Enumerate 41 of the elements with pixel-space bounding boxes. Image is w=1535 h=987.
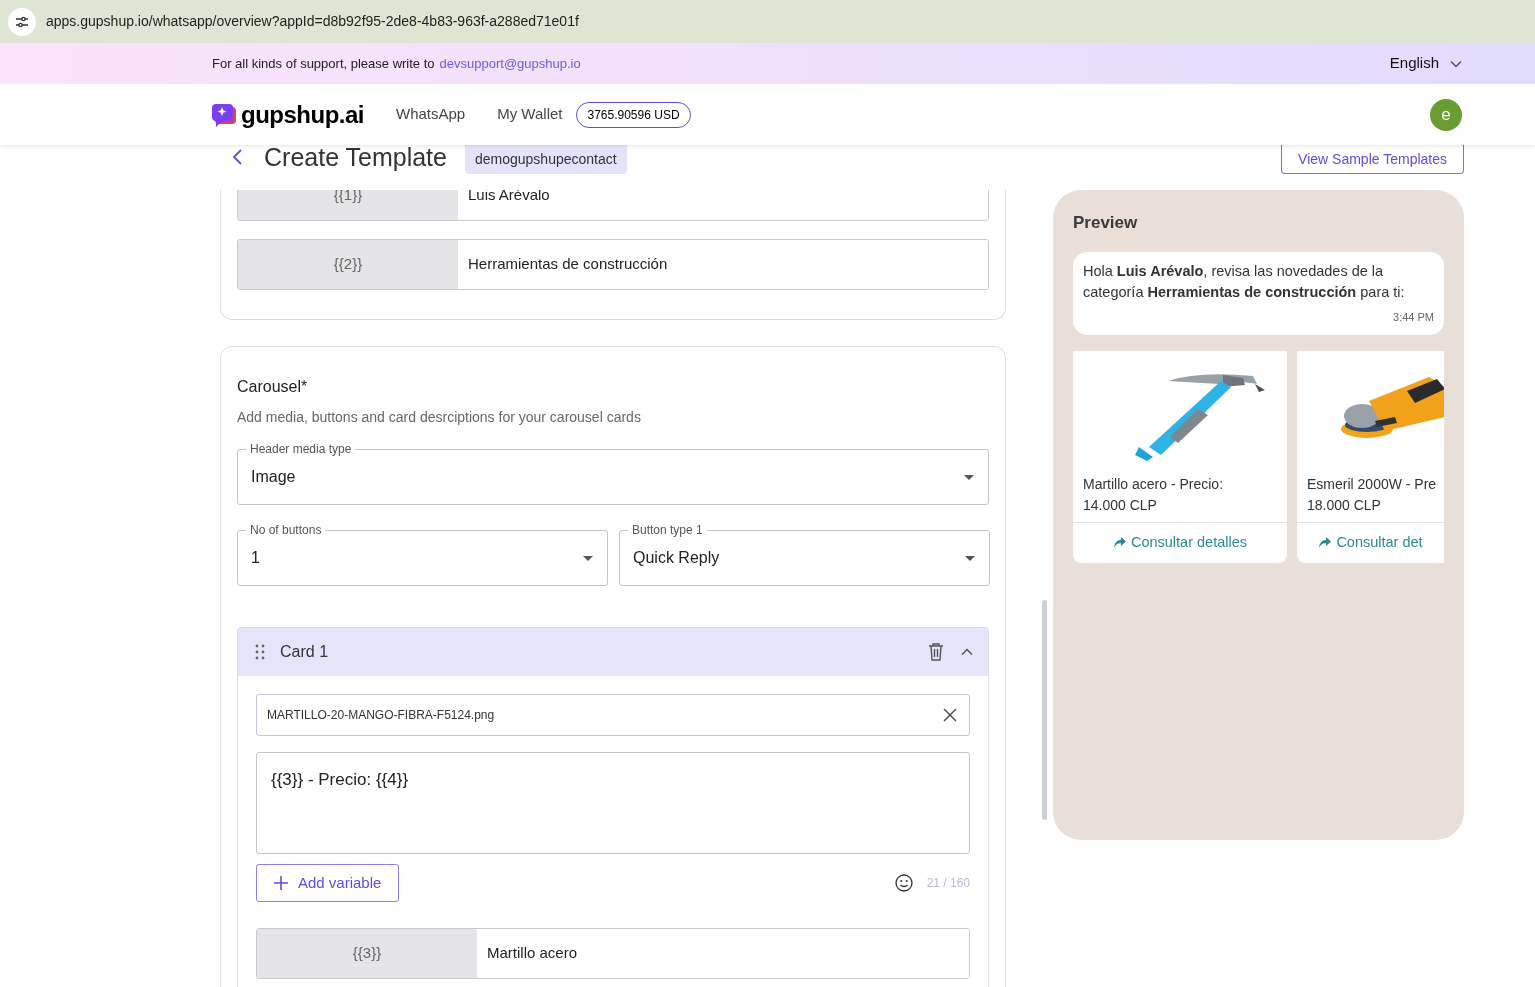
section-title: Carousel* xyxy=(237,377,309,397)
emoji-icon[interactable] xyxy=(894,874,913,892)
caret-icon xyxy=(964,474,974,480)
drag-handle-icon[interactable] xyxy=(255,644,265,660)
language-select[interactable]: English xyxy=(1389,52,1463,75)
preview-title: Preview xyxy=(1073,212,1139,234)
nav-link[interactable]: WhatsApp xyxy=(396,103,466,126)
site-settings-icon[interactable] xyxy=(8,7,36,36)
character-counter: 21 / 160 xyxy=(926,875,970,892)
card-body-field[interactable]: {{3}} - Precio: {{4}} xyxy=(256,752,970,854)
quick-reply-button[interactable]: Consultar detalles xyxy=(1073,522,1287,563)
page-title: Create Template xyxy=(264,145,447,169)
card-header[interactable]: Card 1 xyxy=(238,628,988,676)
caret-icon xyxy=(583,555,593,561)
card-title: Card 1 xyxy=(280,642,329,662)
add-variable-button[interactable]: Add variable xyxy=(256,864,400,902)
app-name-badge: demogupshupecontact xyxy=(465,145,627,174)
product-caption: Martillo acero - Precio: 14.000 CLP xyxy=(1082,475,1225,515)
product-caption: Esmeril 2000W - Pre 18.000 CLP xyxy=(1306,475,1438,515)
message-text: Hola Luis Arévalo, revisa las novedades de la categoría Herramientas de construcción para ti: xyxy=(1083,261,1406,302)
logo-icon xyxy=(212,101,238,128)
reply-arrow-icon xyxy=(1112,537,1126,549)
support-text: For all kinds of support, please write to xyxy=(212,54,435,73)
file-field[interactable]: MARTILLO-20-MANGO-FIBRA-F5124.png xyxy=(256,694,970,736)
scrollbar-thumb[interactable] xyxy=(1042,600,1047,820)
variable-field[interactable]: {{1}} Luis Arévalo xyxy=(237,190,989,221)
support-email-link[interactable]: devsupport@gupshup.io xyxy=(439,53,581,74)
plus-icon xyxy=(274,876,288,890)
message-time: 3:44 PM xyxy=(1393,309,1434,325)
url-text[interactable]: apps.gupshup.io/whatsapp/overview?appId=d8b92f95-2de8-4b83-963f-a288ed71e01f xyxy=(46,11,579,32)
view-sample-templates-button[interactable]: View Sample Templates xyxy=(1281,145,1464,174)
variable-field[interactable]: {{2}} Herramientas de construcción xyxy=(237,239,989,290)
trash-icon[interactable] xyxy=(928,643,944,661)
variable-field[interactable]: {{3}} Martillo acero xyxy=(256,928,970,979)
quick-reply-button[interactable]: Consultar det xyxy=(1297,522,1444,563)
caret-icon xyxy=(965,555,975,561)
section-subtitle: Add media, buttons and card desrciptions for your carousel cards xyxy=(237,408,642,427)
nav-link[interactable]: My Wallet xyxy=(497,103,563,126)
reply-arrow-icon xyxy=(1318,537,1332,549)
close-icon[interactable] xyxy=(943,708,957,722)
logo-text[interactable]: gupshup.ai xyxy=(241,96,364,133)
